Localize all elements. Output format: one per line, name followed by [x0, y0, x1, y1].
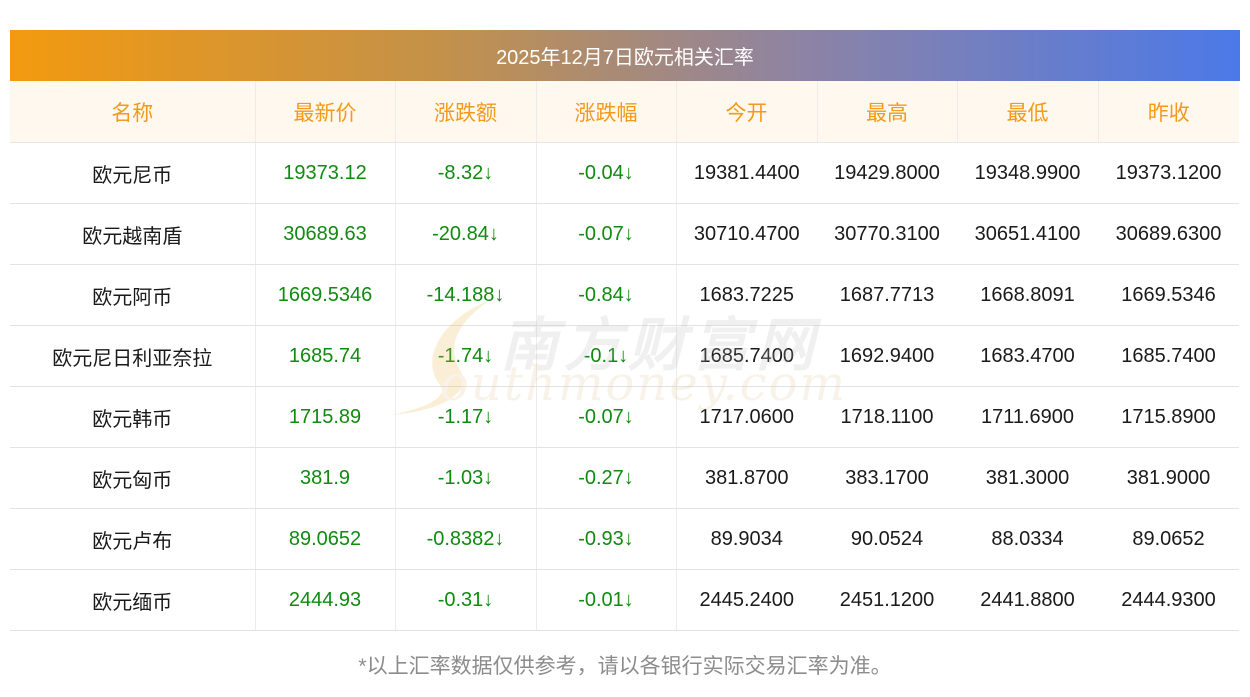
cell-change-pct: -0.04↓: [536, 142, 677, 204]
cell-latest: 1669.5346: [255, 264, 396, 326]
cell-high: 383.1700: [817, 447, 957, 509]
cell-change: -0.8382↓: [395, 508, 537, 570]
cell-low: 30651.4100: [957, 203, 1098, 265]
cell-open: 19381.4400: [676, 142, 817, 204]
cell-open: 2445.2400: [676, 569, 817, 631]
table-title: 2025年12月7日欧元相关汇率: [496, 47, 754, 69]
cell-high: 1687.7713: [817, 264, 957, 326]
cell-change-pct: -0.1↓: [536, 325, 677, 387]
header-high: 最高: [817, 81, 958, 143]
cell-name: 欧元匈币: [10, 447, 256, 509]
cell-latest: 1715.89: [255, 386, 396, 448]
cell-open: 1683.7225: [676, 264, 817, 326]
cell-prev-close: 89.0652: [1098, 508, 1239, 570]
table-row: 欧元尼币 19373.12 -8.32↓ -0.04↓ 19381.4400 19429.…: [10, 142, 1239, 204]
cell-low: 1668.8091: [957, 264, 1098, 326]
cell-low: 381.3000: [957, 447, 1098, 509]
table-header-row: 名称 最新价 涨跌额 涨跌幅 今开 最高 最低 昨收: [10, 81, 1239, 143]
cell-change-pct: -0.07↓: [536, 386, 677, 448]
table-row: 欧元匈币 381.9 -1.03↓ -0.27↓ 381.8700 383.1700 381…: [10, 447, 1239, 509]
cell-open: 30710.4700: [676, 203, 817, 265]
header-open: 今开: [676, 81, 818, 143]
table-row: 欧元阿币 1669.5346 -14.188↓ -0.84↓ 1683.7225 1687…: [10, 264, 1239, 326]
table-row: 欧元韩币 1715.89 -1.17↓ -0.07↓ 1717.0600 1718.110…: [10, 386, 1239, 448]
cell-high: 2451.1200: [817, 569, 957, 631]
header-latest: 最新价: [255, 81, 396, 143]
cell-prev-close: 1715.8900: [1098, 386, 1239, 448]
cell-open: 1717.0600: [676, 386, 817, 448]
cell-change: -0.31↓: [395, 569, 537, 631]
cell-low: 1711.6900: [957, 386, 1098, 448]
disclaimer-note: *以上汇率数据仅供参考，请以各银行实际交易汇率为准。: [358, 655, 892, 678]
cell-open: 381.8700: [676, 447, 817, 509]
cell-low: 2441.8800: [957, 569, 1098, 631]
cell-name: 欧元缅币: [10, 569, 256, 631]
cell-prev-close: 30689.6300: [1098, 203, 1239, 265]
cell-low: 88.0334: [957, 508, 1098, 570]
cell-high: 90.0524: [817, 508, 957, 570]
cell-change: -1.17↓: [395, 386, 537, 448]
cell-name: 欧元韩币: [10, 386, 256, 448]
cell-latest: 1685.74: [255, 325, 396, 387]
cell-change: -14.188↓: [395, 264, 537, 326]
exchange-rate-table: 名称 最新价 涨跌额 涨跌幅 今开 最高 最低 昨收 欧元尼币 19373.12-…: [10, 81, 1239, 631]
cell-low: 19348.9900: [957, 142, 1098, 204]
cell-prev-close: 19373.1200: [1098, 142, 1239, 204]
cell-latest: 381.9: [255, 447, 396, 509]
cell-name: 欧元尼币: [10, 142, 256, 204]
cell-latest: 19373.12: [255, 142, 396, 204]
header-name: 名称: [10, 81, 256, 143]
cell-prev-close: 381.9000: [1098, 447, 1239, 509]
table-title-banner: 2025年12月7日欧元相关汇率: [10, 30, 1240, 81]
cell-name: 欧元卢布: [10, 508, 256, 570]
cell-latest: 2444.93: [255, 569, 396, 631]
cell-name: 欧元越南盾: [10, 203, 256, 265]
cell-change: -8.32↓: [395, 142, 537, 204]
cell-high: 30770.3100: [817, 203, 957, 265]
cell-change-pct: -0.07↓: [536, 203, 677, 265]
cell-low: 1683.4700: [957, 325, 1098, 387]
table-row: 欧元尼日利亚奈拉 1685.74 -1.74↓ -0.1↓ 1685.7400 1692.…: [10, 325, 1239, 387]
cell-change: -20.84↓: [395, 203, 537, 265]
cell-change-pct: -0.84↓: [536, 264, 677, 326]
cell-latest: 30689.63: [255, 203, 396, 265]
cell-name: 欧元尼日利亚奈拉: [10, 325, 256, 387]
cell-change-pct: -0.27↓: [536, 447, 677, 509]
cell-open: 1685.7400: [676, 325, 817, 387]
table-row: 欧元越南盾 30689.63 -20.84↓ -0.07↓ 30710.4700 3077…: [10, 203, 1239, 265]
header-prev-close: 昨收: [1098, 81, 1239, 143]
cell-high: 1718.1100: [817, 386, 957, 448]
cell-high: 19429.8000: [817, 142, 957, 204]
cell-prev-close: 1685.7400: [1098, 325, 1239, 387]
header-change-pct: 涨跌幅: [536, 81, 677, 143]
table-row: 欧元缅币 2444.93 -0.31↓ -0.01↓ 2445.2400 2451.120…: [10, 569, 1239, 631]
cell-change-pct: -0.93↓: [536, 508, 677, 570]
cell-prev-close: 1669.5346: [1098, 264, 1239, 326]
cell-name: 欧元阿币: [10, 264, 256, 326]
cell-latest: 89.0652: [255, 508, 396, 570]
cell-change-pct: -0.01↓: [536, 569, 677, 631]
cell-high: 1692.9400: [817, 325, 957, 387]
table-row: 欧元卢布 89.0652 -0.8382↓ -0.93↓ 89.9034 90.0524 8…: [10, 508, 1239, 570]
cell-change: -1.03↓: [395, 447, 537, 509]
header-low: 最低: [957, 81, 1099, 143]
cell-open: 89.9034: [676, 508, 817, 570]
cell-prev-close: 2444.9300: [1098, 569, 1239, 631]
cell-change: -1.74↓: [395, 325, 537, 387]
header-change: 涨跌额: [395, 81, 537, 143]
